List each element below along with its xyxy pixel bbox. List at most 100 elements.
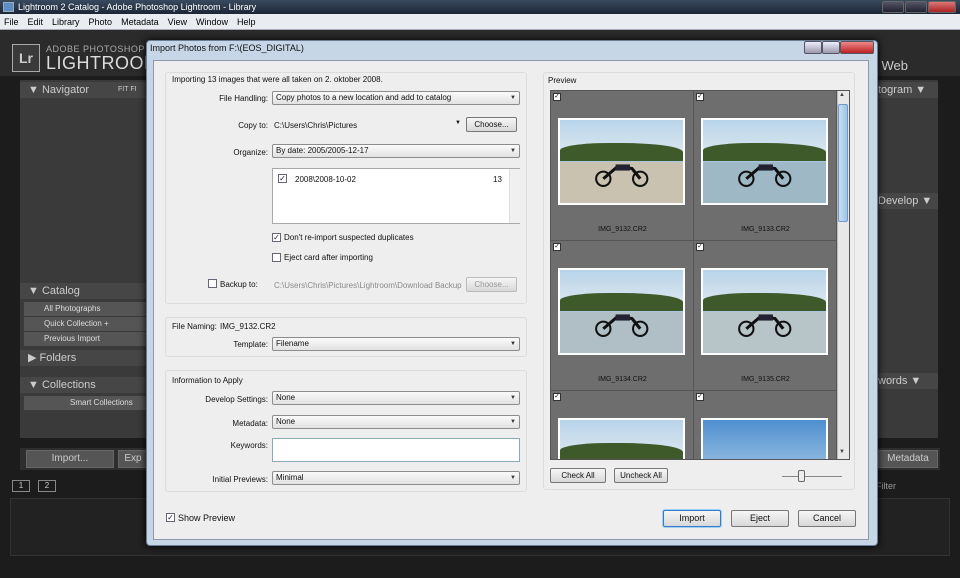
menu-file[interactable]: File — [4, 17, 19, 27]
file-handling-select[interactable]: Copy photos to a new location and add to… — [272, 91, 520, 105]
brand-name: LIGHTROOM — [46, 53, 160, 73]
show-preview-checkbox[interactable]: ✓ — [166, 513, 175, 522]
develop-settings-select[interactable]: None — [272, 391, 520, 405]
thumbnail-cell[interactable]: ✓ IMG_9134.CR2 — [551, 241, 694, 391]
thumbnail-image — [558, 268, 685, 355]
dialog-maximize-button[interactable] — [822, 41, 840, 54]
eject-card-checkbox[interactable] — [272, 253, 281, 262]
thumbnail-cell[interactable]: ✓ IMG_9133.CR2 — [694, 91, 837, 241]
menu-bar: File Edit Library Photo Metadata View Wi… — [0, 14, 960, 30]
preview-scrollbar-thumb[interactable] — [838, 104, 848, 222]
thumbnail-cell[interactable]: ✓ IMG_9132.CR2 — [551, 91, 694, 241]
initial-previews-label: Initial Previews: — [212, 475, 268, 484]
menu-help[interactable]: Help — [237, 17, 256, 27]
backup-path: C:\Users\Chris\Pictures\Lightroom\Downlo… — [274, 281, 462, 290]
scroll-down-icon[interactable]: ▼ — [839, 449, 845, 455]
thumbnail-image — [701, 268, 828, 355]
thumbnail-size-slider[interactable] — [782, 476, 842, 477]
thumbnail-checkbox[interactable]: ✓ — [696, 243, 704, 251]
backup-label: Backup to: — [220, 280, 258, 289]
catalog-item-quick-collection[interactable]: Quick Collection + — [24, 317, 146, 331]
motorcycle-image — [737, 314, 792, 337]
thumbnail-checkbox[interactable]: ✓ — [696, 93, 704, 101]
maximize-button[interactable] — [905, 1, 927, 13]
thumbnail-cell[interactable]: ✓ — [551, 391, 694, 459]
app-icon — [3, 2, 14, 12]
close-button[interactable] — [928, 1, 956, 13]
lr-import-button[interactable]: Import... — [26, 450, 114, 468]
organize-select[interactable]: By date: 2005/2005-12-17 — [272, 144, 520, 158]
dialog-title: Import Photos from F:\(EOS_DIGITAL) — [150, 43, 304, 53]
information-title: Information to Apply — [172, 376, 243, 385]
menu-window[interactable]: Window — [196, 17, 228, 27]
menu-library[interactable]: Library — [52, 17, 80, 27]
lr-export-button[interactable]: Exp — [118, 450, 148, 468]
filter-label[interactable]: Filter — [876, 481, 896, 491]
keywording-header[interactable]: words ▼ — [870, 373, 938, 389]
menu-view[interactable]: View — [168, 17, 187, 27]
menu-edit[interactable]: Edit — [28, 17, 44, 27]
dialog-minimize-button[interactable] — [804, 41, 822, 54]
thumbnail-cell[interactable]: ✓ IMG_9135.CR2 — [694, 241, 837, 391]
cancel-button[interactable]: Cancel — [798, 510, 856, 527]
thumbnail-caption: IMG_9135.CR2 — [741, 376, 790, 383]
page-2-button[interactable]: 2 — [38, 480, 56, 492]
metadata-select[interactable]: None — [272, 415, 520, 429]
thumbnail-size-slider-handle[interactable] — [798, 470, 805, 482]
template-select[interactable]: Filename — [272, 337, 520, 351]
thumbnail-cell[interactable]: ✓ — [694, 391, 837, 459]
copy-to-dropdown-icon[interactable]: ▼ — [455, 120, 461, 126]
dialog-close-button[interactable] — [840, 41, 874, 54]
file-handling-label: File Handling: — [219, 94, 268, 103]
thumbnail-checkbox[interactable]: ✓ — [553, 93, 561, 101]
lightroom-logo: Lr — [12, 44, 40, 72]
navigator-header[interactable]: ▼ Navigator FIT FI — [20, 82, 150, 98]
collections-header[interactable]: ▼ Collections — [20, 377, 150, 393]
thumbnail-caption: IMG_9133.CR2 — [741, 226, 790, 233]
menu-metadata[interactable]: Metadata — [121, 17, 159, 27]
thumbnail-checkbox[interactable]: ✓ — [553, 243, 561, 251]
develop-header[interactable]: Develop ▼ — [870, 193, 938, 209]
uncheck-all-button[interactable]: Uncheck All — [614, 468, 668, 483]
thumbnail-caption: IMG_9132.CR2 — [598, 226, 647, 233]
keywords-field[interactable] — [272, 438, 520, 462]
metadata-label: Metadata: — [232, 419, 268, 428]
import-button[interactable]: Import — [663, 510, 721, 527]
initial-previews-select[interactable]: Minimal — [272, 471, 520, 485]
folders-header[interactable]: ▶ Folders — [20, 350, 150, 366]
thumbnail-checkbox[interactable]: ✓ — [553, 393, 561, 401]
catalog-header[interactable]: ▼ Catalog — [20, 283, 150, 299]
eject-button[interactable]: Eject — [731, 510, 789, 527]
motorcycle-image — [594, 164, 649, 187]
catalog-item-all-photographs[interactable]: All Photographs — [24, 302, 146, 316]
minimize-button[interactable] — [882, 1, 904, 13]
folder-list-scrollbar[interactable] — [509, 169, 520, 223]
folder-count: 13 — [493, 175, 502, 184]
page-1-button[interactable]: 1 — [12, 480, 30, 492]
dont-reimport-checkbox[interactable]: ✓ — [272, 233, 281, 242]
folder-checkbox[interactable]: ✓ — [278, 174, 287, 183]
catalog-item-previous-import[interactable]: Previous Import — [24, 332, 146, 346]
backup-choose-button[interactable]: Choose... — [466, 277, 517, 292]
import-summary: Importing 13 images that were all taken … — [172, 75, 383, 84]
menu-photo[interactable]: Photo — [89, 17, 113, 27]
template-label: Template: — [233, 340, 268, 349]
left-panel: ▼ Navigator FIT FI ▼ Catalog All Photogra… — [20, 80, 150, 438]
window-titlebar: Lightroom 2 Catalog - Adobe Photoshop Li… — [0, 0, 960, 14]
develop-settings-label: Develop Settings: — [205, 395, 268, 404]
histogram-header[interactable]: togram ▼ — [870, 82, 938, 98]
thumbnail-checkbox[interactable]: ✓ — [696, 393, 704, 401]
preview-title: Preview — [548, 76, 577, 85]
scroll-up-icon[interactable]: ▲ — [839, 92, 845, 98]
organize-label: Organize: — [233, 148, 268, 157]
file-naming-label: File Naming: — [172, 322, 217, 331]
lr-metadata-button[interactable]: Metadata — [878, 450, 938, 468]
check-all-button[interactable]: Check All — [550, 468, 606, 483]
backup-checkbox[interactable] — [208, 279, 217, 288]
thumbnail-image — [701, 418, 828, 459]
file-naming-example: IMG_9132.CR2 — [220, 322, 276, 331]
copy-to-choose-button[interactable]: Choose... — [466, 117, 517, 132]
copy-to-path: C:\Users\Chris\Pictures — [274, 121, 358, 130]
folder-list: ✓ 2008\2008-10-02 13 — [272, 168, 520, 224]
smart-collections-item[interactable]: Smart Collections — [24, 396, 146, 410]
